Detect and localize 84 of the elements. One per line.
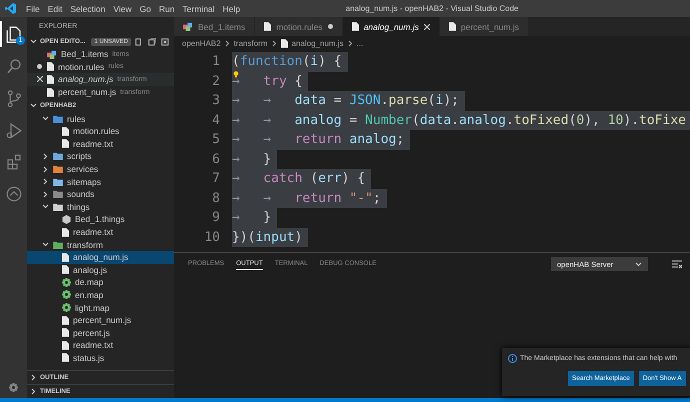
- file-row[interactable]: percent_num.js: [27, 314, 174, 326]
- cubes-icon: [183, 22, 193, 31]
- menu-item[interactable]: Run: [154, 4, 179, 14]
- folder-row[interactable]: transform: [27, 238, 174, 251]
- chevron-right-icon: [272, 40, 276, 46]
- line-number: 4: [211, 112, 221, 128]
- file-row[interactable]: motion.rules: [27, 124, 174, 138]
- file-row[interactable]: status.js: [27, 352, 174, 364]
- breadcrumb-item[interactable]: ...: [356, 38, 364, 48]
- editor-tab[interactable]: analog_num.js: [342, 17, 440, 36]
- menu-item[interactable]: Help: [218, 4, 244, 14]
- file-icon: [448, 22, 456, 31]
- window-title: analog_num.js - openHAB2 - Visual Studio Code: [346, 4, 518, 13]
- extensions-icon[interactable]: [4, 153, 22, 171]
- cubes-icon: [47, 50, 57, 59]
- files-icon[interactable]: [4, 25, 22, 43]
- chevron-right-icon: [348, 40, 353, 46]
- breadcrumb-item[interactable]: analog_num.js: [292, 38, 344, 48]
- folder-row[interactable]: services: [27, 162, 174, 176]
- settings-icon: [9, 383, 18, 392]
- editor-tab[interactable]: Bed_1.items: [174, 17, 256, 36]
- close-icon[interactable]: [424, 24, 430, 30]
- gear-icon: [62, 290, 71, 300]
- file-row[interactable]: readme.txt: [27, 226, 174, 238]
- line-number: 9: [211, 210, 221, 226]
- lightbulb-icon[interactable]: [233, 70, 239, 78]
- file-row[interactable]: analog.js: [27, 264, 174, 276]
- file-row[interactable]: de.map: [27, 276, 174, 289]
- file-icon: [62, 228, 69, 237]
- gear-icon: [62, 278, 71, 287]
- search-icon[interactable]: [4, 57, 22, 75]
- folder-row[interactable]: things: [27, 200, 174, 214]
- hexagon-icon: [62, 214, 71, 224]
- line-number: 6: [211, 152, 221, 167]
- folder-row[interactable]: sounds: [27, 188, 174, 201]
- menu-item[interactable]: Go: [136, 4, 155, 14]
- chevron-down-icon[interactable]: [30, 102, 37, 110]
- line-number: 8: [211, 190, 221, 206]
- editor-tab[interactable]: motion.rules: [255, 17, 343, 36]
- app-logo-icon: [5, 3, 16, 14]
- file-row[interactable]: readme.txt: [27, 339, 174, 352]
- folder-row[interactable]: rules: [27, 112, 174, 125]
- chevron-down-icon: [635, 262, 642, 266]
- save-all-icon[interactable]: [148, 38, 156, 46]
- menu-item[interactable]: Selection: [66, 4, 110, 14]
- chevron-down-icon[interactable]: [30, 38, 37, 45]
- file-row[interactable]: percent.js: [27, 326, 174, 340]
- clear-output-icon[interactable]: [672, 260, 682, 268]
- info-icon: [508, 354, 517, 363]
- file-row[interactable]: analog_num.js: [27, 250, 174, 264]
- chevron-right-icon[interactable]: [42, 152, 49, 160]
- folder-row[interactable]: sitemaps: [27, 175, 174, 188]
- close-all-icon[interactable]: [161, 38, 169, 46]
- remote-icon[interactable]: [4, 185, 22, 203]
- chevron-down-icon[interactable]: [42, 203, 49, 210]
- menu-item[interactable]: Terminal: [178, 4, 219, 14]
- chevron-right-icon[interactable]: [42, 166, 49, 173]
- file-row[interactable]: readme.txt: [27, 138, 174, 150]
- menu-item[interactable]: View: [109, 4, 136, 14]
- line-number: 5: [211, 132, 221, 148]
- line-number: 10: [203, 230, 221, 245]
- line-number: 7: [211, 171, 221, 186]
- menu-item[interactable]: File: [22, 4, 44, 14]
- line-number: 1: [211, 54, 221, 70]
- chevron-right-icon[interactable]: [42, 178, 49, 186]
- line-number: 3: [211, 93, 221, 108]
- new-file-icon[interactable]: [135, 38, 143, 46]
- menu-item[interactable]: Edit: [44, 4, 66, 14]
- chevron-right-icon: [224, 40, 230, 46]
- file-row[interactable]: Bed_1.things: [27, 213, 174, 226]
- breadcrumb-item[interactable]: transform: [234, 38, 268, 48]
- chevron-down-icon[interactable]: [42, 115, 49, 122]
- file-row[interactable]: light.map: [27, 301, 174, 314]
- folder-row[interactable]: scripts: [27, 150, 174, 163]
- gear-icon: [62, 303, 71, 312]
- chevron-right-icon[interactable]: [42, 190, 49, 198]
- run-icon[interactable]: [4, 121, 22, 139]
- file-row[interactable]: en.map: [27, 288, 174, 302]
- breadcrumb-item[interactable]: openHAB2: [182, 38, 221, 48]
- line-number: 2: [211, 74, 221, 89]
- editor-tab[interactable]: percent_num.js: [440, 17, 529, 36]
- file-icon: [352, 22, 359, 31]
- chevron-down-icon[interactable]: [42, 241, 49, 248]
- close-icon[interactable]: [36, 76, 42, 82]
